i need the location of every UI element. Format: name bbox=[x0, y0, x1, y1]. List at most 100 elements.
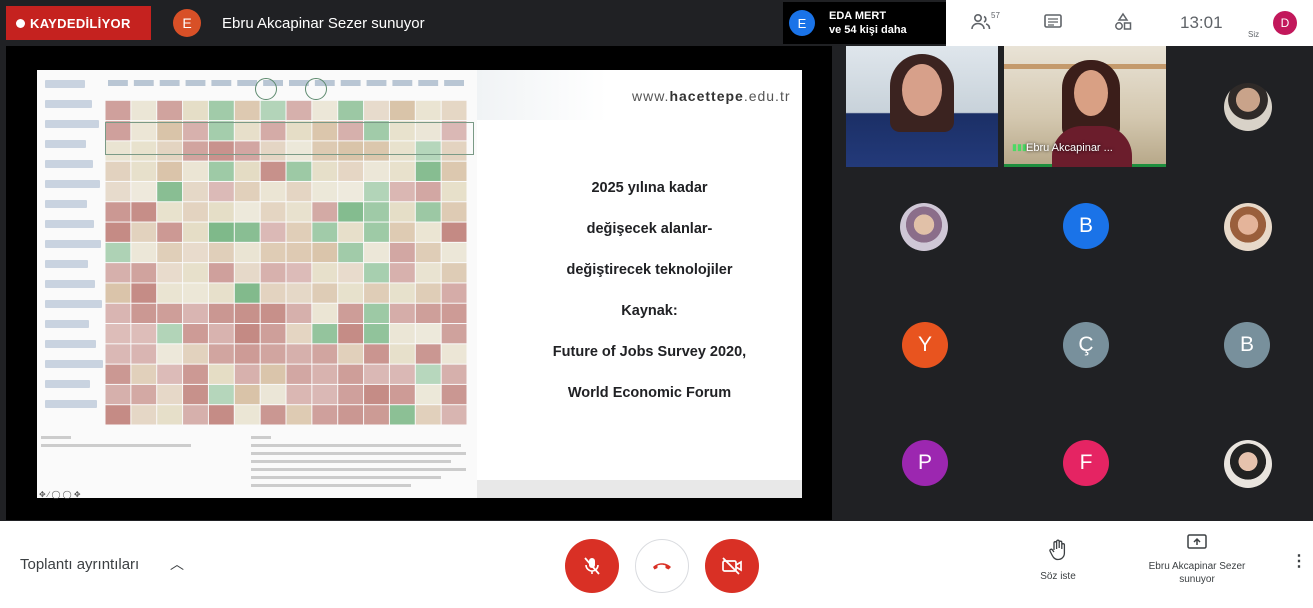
recording-dot-icon bbox=[16, 18, 25, 28]
heatmap-cell bbox=[234, 364, 260, 384]
heatmap-cell bbox=[260, 202, 286, 222]
participant-video[interactable] bbox=[846, 46, 998, 167]
heatmap-cell bbox=[364, 242, 389, 263]
chevron-up-icon[interactable]: ︿ bbox=[170, 554, 184, 574]
meeting-details-button[interactable]: Toplantı ayrıntıları bbox=[20, 556, 139, 573]
heatmap-cell bbox=[389, 222, 415, 242]
video-tiles[interactable]: ▮▮▮ Ebru Akcapinar ... bbox=[846, 46, 1166, 167]
heatmap-cell bbox=[441, 364, 467, 384]
annotation-toolbar[interactable]: ✥ ∕ ◯ ◯ ✥ bbox=[39, 490, 81, 499]
heatmap-header-cell bbox=[366, 80, 387, 86]
raise-hand-label: Söz iste bbox=[1040, 571, 1076, 582]
participant-avatar[interactable]: B bbox=[1063, 203, 1109, 249]
heatmap-cell bbox=[415, 364, 441, 384]
heatmap-cell bbox=[131, 283, 157, 303]
participant-photo[interactable] bbox=[1224, 83, 1272, 131]
heatmap-cell bbox=[105, 405, 131, 425]
participant-count: 57 bbox=[991, 11, 1000, 20]
heatmap-cell bbox=[234, 384, 260, 405]
heatmap-cell bbox=[183, 242, 208, 263]
heatmap-cell bbox=[389, 263, 415, 283]
slide-line: World Economic Forum bbox=[567, 385, 732, 401]
heatmap-cell bbox=[312, 405, 338, 425]
presenter-label: Ebru Akcapinar Sezer sunuyor bbox=[222, 15, 425, 32]
slide-line: Future of Jobs Survey 2020, bbox=[552, 344, 747, 360]
heatmap-cell bbox=[105, 100, 131, 121]
row-label-placeholder bbox=[45, 100, 92, 108]
self-label: Siz bbox=[1248, 30, 1260, 39]
mic-off-button[interactable] bbox=[565, 539, 619, 593]
heatmap-cell bbox=[234, 100, 260, 121]
heatmap-cell bbox=[389, 384, 415, 405]
heatmap-cell bbox=[415, 181, 441, 202]
heatmap-cell bbox=[234, 344, 260, 364]
camera-off-button[interactable] bbox=[705, 539, 759, 593]
speaker-avatar: E bbox=[789, 10, 815, 36]
row-label-placeholder bbox=[45, 140, 86, 148]
audio-level-icon: ▮▮▮ bbox=[1012, 142, 1027, 152]
recording-label: KAYDEDİLİYOR bbox=[30, 15, 131, 31]
participant-photo[interactable] bbox=[900, 203, 948, 251]
heatmap-cell bbox=[131, 324, 157, 344]
heatmap-cell bbox=[389, 100, 415, 121]
heatmap-cell bbox=[415, 283, 441, 303]
speaker-name: EDA MERT bbox=[829, 10, 887, 22]
heatmap-cell bbox=[157, 181, 183, 202]
participant-avatar[interactable]: B bbox=[1224, 322, 1270, 368]
heatmap-cell bbox=[338, 263, 364, 283]
participant-avatar[interactable]: Ç bbox=[1063, 322, 1109, 368]
heatmap-cell bbox=[286, 283, 312, 303]
heatmap-cell bbox=[364, 161, 389, 181]
heatmap-cell bbox=[415, 405, 441, 425]
heatmap-cell bbox=[208, 202, 234, 222]
heatmap-cell bbox=[234, 222, 260, 242]
chat-button[interactable] bbox=[1040, 10, 1066, 34]
active-speaker-panel[interactable]: E EDA MERT ve 54 kişi daha bbox=[783, 2, 946, 44]
heatmap-cell bbox=[286, 303, 312, 324]
leave-call-button[interactable] bbox=[635, 539, 689, 593]
heatmap-cell bbox=[364, 405, 389, 425]
raise-hand-button[interactable]: Söz iste bbox=[1035, 539, 1081, 583]
row-label-placeholder bbox=[45, 340, 96, 348]
heatmap-cell bbox=[338, 303, 364, 324]
heatmap-cell bbox=[338, 222, 364, 242]
heatmap-cell bbox=[441, 202, 467, 222]
heatmap-cell bbox=[183, 263, 208, 283]
presenting-status: sunuyor bbox=[1179, 574, 1215, 585]
heatmap-cell bbox=[183, 100, 208, 121]
row-label-placeholder bbox=[45, 180, 100, 188]
more-options-icon[interactable]: ⋮ bbox=[1291, 551, 1307, 571]
participant-avatar[interactable]: F bbox=[1063, 440, 1109, 486]
highlight-circle bbox=[305, 78, 327, 100]
row-label-placeholder bbox=[45, 400, 97, 408]
presenter-video[interactable]: ▮▮▮ Ebru Akcapinar ... bbox=[1004, 46, 1166, 167]
participant-photo[interactable] bbox=[1224, 440, 1272, 488]
row-label-placeholder bbox=[45, 160, 93, 168]
participant-photo[interactable] bbox=[1224, 203, 1272, 251]
row-label-placeholder bbox=[45, 240, 101, 248]
heatmap-cell bbox=[389, 364, 415, 384]
heatmap-cell bbox=[105, 263, 131, 283]
heatmap-cell bbox=[441, 161, 467, 181]
heatmap-cell bbox=[312, 202, 338, 222]
heatmap-cell bbox=[312, 263, 338, 283]
heatmap-cell bbox=[234, 324, 260, 344]
heatmap-cell bbox=[415, 222, 441, 242]
presenting-indicator[interactable]: Ebru Akcapinar Sezer sunuyor bbox=[1122, 533, 1272, 586]
heatmap-cell bbox=[260, 263, 286, 283]
heatmap-header-cell bbox=[418, 80, 439, 86]
participant-avatar[interactable]: Y bbox=[902, 322, 948, 368]
activities-button[interactable] bbox=[1110, 10, 1136, 34]
participant-avatar[interactable]: P bbox=[902, 440, 948, 486]
heatmap-cell bbox=[234, 283, 260, 303]
heatmap-cell bbox=[415, 161, 441, 181]
heatmap-cell bbox=[415, 344, 441, 364]
heatmap-cell bbox=[260, 161, 286, 181]
self-avatar[interactable]: D bbox=[1273, 11, 1297, 35]
row-label-placeholder bbox=[45, 220, 94, 228]
top-actions: 57 13:01 Siz D bbox=[946, 0, 1313, 46]
heatmap-cell bbox=[131, 344, 157, 364]
heatmap-cell bbox=[286, 263, 312, 283]
chat-icon bbox=[1044, 14, 1062, 28]
heatmap-cell bbox=[105, 181, 131, 202]
